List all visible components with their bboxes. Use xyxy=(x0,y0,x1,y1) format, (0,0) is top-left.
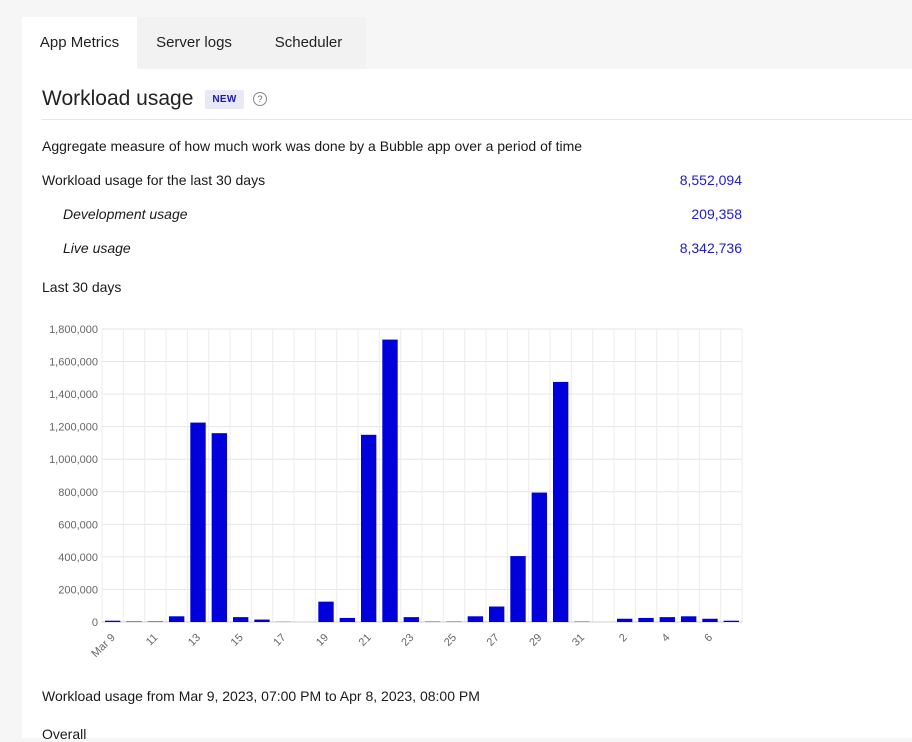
y-tick-label: 1,000,000 xyxy=(49,454,98,466)
bar xyxy=(169,616,184,622)
x-tick-label: 11 xyxy=(144,632,161,649)
y-tick-label: 600,000 xyxy=(58,519,98,531)
x-tick-label: 2 xyxy=(617,632,630,645)
tab-server-logs[interactable]: Server logs xyxy=(137,17,251,69)
y-tick-label: 400,000 xyxy=(58,552,98,564)
live-usage-label: Live usage xyxy=(63,240,131,256)
bar xyxy=(617,619,632,622)
tab-scheduler[interactable]: Scheduler xyxy=(251,17,366,69)
y-tick-label: 0 xyxy=(92,617,98,629)
bar xyxy=(532,493,547,622)
bar xyxy=(233,617,248,622)
x-tick-label: 29 xyxy=(527,632,544,649)
section-title: Workload usage xyxy=(42,87,193,111)
question-circle-icon[interactable]: ? xyxy=(253,92,267,106)
bar xyxy=(318,602,333,622)
total-usage-value: 8,552,094 xyxy=(622,172,742,188)
chart-heading: Last 30 days xyxy=(42,279,121,295)
bar xyxy=(638,618,653,622)
tab-app-metrics[interactable]: App Metrics xyxy=(22,17,137,69)
usage-bar-chart: 0 200,000 400,000 600,000 800,000 1,000,000 1,… xyxy=(22,314,912,684)
y-tick-label: 1,200,000 xyxy=(49,422,98,434)
total-usage-label: Workload usage for the last 30 days xyxy=(42,172,265,188)
bar xyxy=(468,616,483,622)
metrics-panel: Workload usage NEW ? Aggregate measure o… xyxy=(22,69,912,738)
bar xyxy=(660,617,675,622)
tab-bar: App Metrics Server logs Scheduler xyxy=(22,17,366,69)
bar xyxy=(510,556,525,622)
x-tick-label: 13 xyxy=(186,632,203,649)
bar xyxy=(489,607,504,622)
bar xyxy=(212,433,227,622)
live-usage-value: 8,342,736 xyxy=(622,240,742,256)
x-tick-label: 6 xyxy=(702,632,715,645)
x-tick-label: 17 xyxy=(271,632,288,649)
x-tick-label: Mar 9 xyxy=(89,632,117,660)
bar xyxy=(404,617,419,622)
y-tick-label: 1,400,000 xyxy=(49,389,98,401)
overall-label: Overall xyxy=(42,726,86,742)
bar xyxy=(190,423,205,622)
x-tick-label: 21 xyxy=(357,632,374,649)
bar xyxy=(553,382,568,622)
dev-usage-label: Development usage xyxy=(63,206,188,222)
x-tick-label: 19 xyxy=(314,632,331,649)
x-tick-label: 4 xyxy=(660,632,673,645)
bar xyxy=(724,621,739,622)
x-tick-label: 15 xyxy=(229,632,246,649)
bar xyxy=(254,620,269,622)
bar xyxy=(340,618,355,622)
description-text: Aggregate measure of how much work was d… xyxy=(42,138,582,154)
bar xyxy=(382,340,397,622)
x-tick-label: 25 xyxy=(442,632,459,649)
dev-usage-value: 209,358 xyxy=(622,206,742,222)
bar xyxy=(361,435,376,622)
divider xyxy=(42,119,912,120)
x-tick-label: 31 xyxy=(570,632,587,649)
bar xyxy=(702,619,717,622)
y-tick-label: 1,800,000 xyxy=(49,324,98,336)
y-tick-label: 800,000 xyxy=(58,487,98,499)
bar xyxy=(105,621,120,622)
x-tick-label: 27 xyxy=(485,632,502,649)
bar xyxy=(681,616,696,622)
range-text: Workload usage from Mar 9, 2023, 07:00 P… xyxy=(42,688,480,704)
y-tick-label: 1,600,000 xyxy=(49,357,98,369)
new-badge: NEW xyxy=(205,90,244,109)
y-tick-label: 200,000 xyxy=(58,584,98,596)
x-tick-label: 23 xyxy=(399,632,416,649)
